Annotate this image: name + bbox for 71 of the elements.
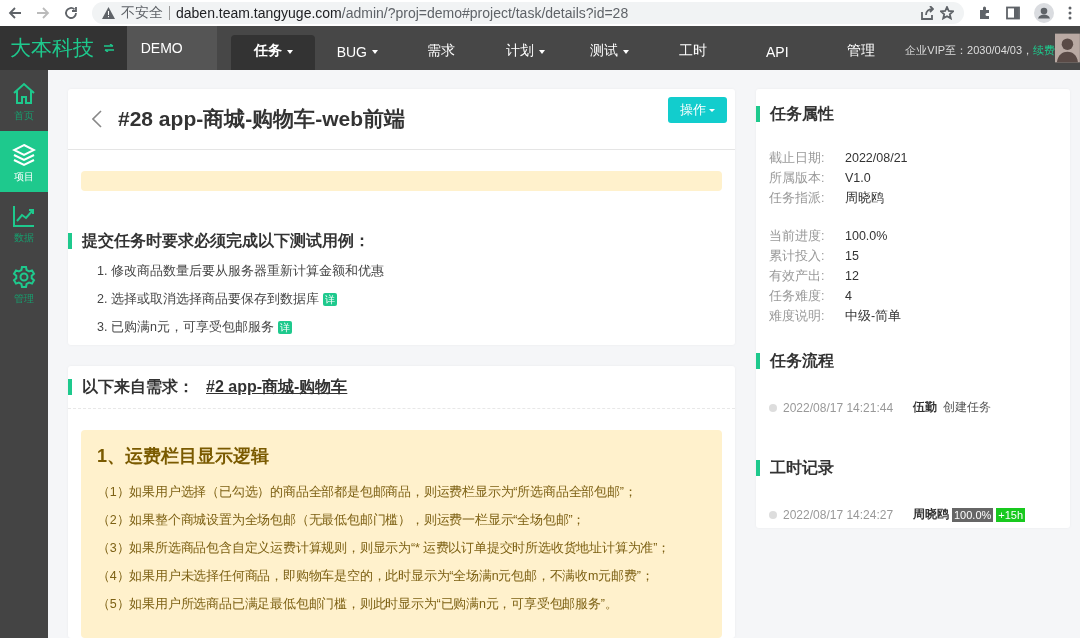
caret-icon [709, 108, 715, 112]
back-icon[interactable] [8, 6, 22, 20]
sidebar-icon[interactable] [1006, 6, 1020, 20]
property-value: 4 [845, 289, 852, 303]
rule-text: （4）如果用户未选择任何商品，即购物车是空的，此时显示为“全场满n元包邮，不满收m元邮费”； [97, 568, 655, 585]
property-value: 100.0% [845, 229, 888, 243]
progress-badge: 100.0% [952, 507, 994, 522]
entry-user: 伍勤 [913, 399, 937, 416]
section-title: 1、运费栏目显示逻辑 [97, 445, 270, 468]
requirement-link[interactable]: #2 app-商城-购物车 [206, 379, 348, 395]
security-label: 不安全 [121, 4, 163, 22]
task-title: #28 app-商城-购物车-web前端 [118, 106, 406, 132]
timeline-dot [769, 403, 777, 412]
chart-icon [12, 204, 36, 228]
nav-tab[interactable]: 任务 [231, 35, 316, 70]
entry-action: 创建任务 [943, 399, 991, 416]
property-value: 中级-简单 [845, 307, 902, 325]
property-value: 2022/08/21 [845, 151, 908, 165]
test-case: 2. 选择或取消选择商品要保存到数据库 [97, 290, 319, 308]
share-icon[interactable] [920, 6, 934, 20]
menu-icon[interactable] [1068, 6, 1072, 20]
property-label: 有效产出: [769, 267, 826, 285]
switch-icon[interactable] [104, 44, 114, 52]
nav-tab[interactable]: 工时 [651, 26, 736, 70]
nav-tab[interactable]: 需求 [399, 26, 484, 70]
nav-tab[interactable]: 测试 [567, 26, 652, 70]
test-case: 1. 修改商品数量后要从服务器重新计算金额和优惠 [97, 262, 384, 280]
property-value: 15 [845, 249, 859, 263]
section-heading: 以下来自需求： [82, 379, 194, 395]
property-label: 任务指派: [769, 189, 826, 207]
section-heading: 提交任务时要求必须完成以下测试用例： [68, 233, 735, 249]
back-chevron-icon[interactable] [92, 110, 102, 128]
timeline-dot [769, 510, 777, 519]
home-icon [12, 82, 36, 106]
property-value: 12 [845, 269, 859, 283]
property-label: 截止日期: [769, 149, 826, 167]
rule-text: （1）如果用户选择（已勾选）的商品全部都是包邮商品，则运费栏显示为“所选商品全部包邮”； [97, 484, 638, 501]
entry-time: 2022/08/17 14:21:44 [783, 400, 895, 415]
extension-icon[interactable] [978, 6, 992, 20]
nav-tab[interactable]: 计划 [483, 26, 568, 70]
warning-icon [102, 7, 115, 19]
reload-icon[interactable] [64, 6, 78, 20]
url-text[interactable]: daben.team.tangyuge.com/admin/?proj=demo#project/task/details?id=28 [176, 5, 629, 21]
star-icon[interactable] [940, 6, 954, 20]
property-label: 所属版本: [769, 169, 826, 187]
rule-text: （2）如果整个商城设置为全场包邮（无最低包邮门槛），则运费一栏显示“全场包邮”； [97, 512, 587, 529]
entry-time: 2022/08/17 14:24:27 [783, 507, 895, 522]
renew-link[interactable]: 续费 [1033, 43, 1056, 56]
nav-tab[interactable]: BUG [315, 26, 400, 70]
nav-tab[interactable]: API [735, 26, 820, 70]
panel-title: 任务属性 [756, 106, 1070, 122]
property-label: 当前进度: [769, 227, 826, 245]
avatar[interactable] [1055, 33, 1080, 63]
property-label: 难度说明: [769, 307, 826, 325]
property-label: 累计投入: [769, 247, 826, 265]
hours-badge: +15h [996, 507, 1026, 522]
nav-tab[interactable]: 管理 [819, 26, 904, 70]
property-value: 周晓鸥 [845, 189, 884, 207]
vip-notice: 企业VIP至：2030/04/03，续费 [905, 42, 1056, 58]
test-case: 3. 已购满n元，可享受包邮服务 [97, 318, 274, 336]
profile-icon[interactable] [1034, 3, 1054, 23]
property-label: 任务难度: [769, 287, 826, 305]
property-value: V1.0 [845, 171, 871, 185]
entry-user: 周晓鸥 [913, 506, 949, 523]
layers-icon [12, 143, 36, 167]
settings-icon [12, 265, 36, 289]
rule-text: （3）如果所选商品包含自定义运费计算规则，则显示为“* 运费以订单提交时所选收货地址计算为准”； [97, 540, 671, 557]
panel-title: 工时记录 [756, 460, 1070, 476]
rule-text: （5）如果用户所选商品已满足最低包邮门槛，则此时显示为“已购满n元，可享受包邮服务”。 [97, 596, 619, 613]
project-selector[interactable]: DEMO [126, 26, 218, 70]
panel-title: 任务流程 [756, 353, 1070, 369]
